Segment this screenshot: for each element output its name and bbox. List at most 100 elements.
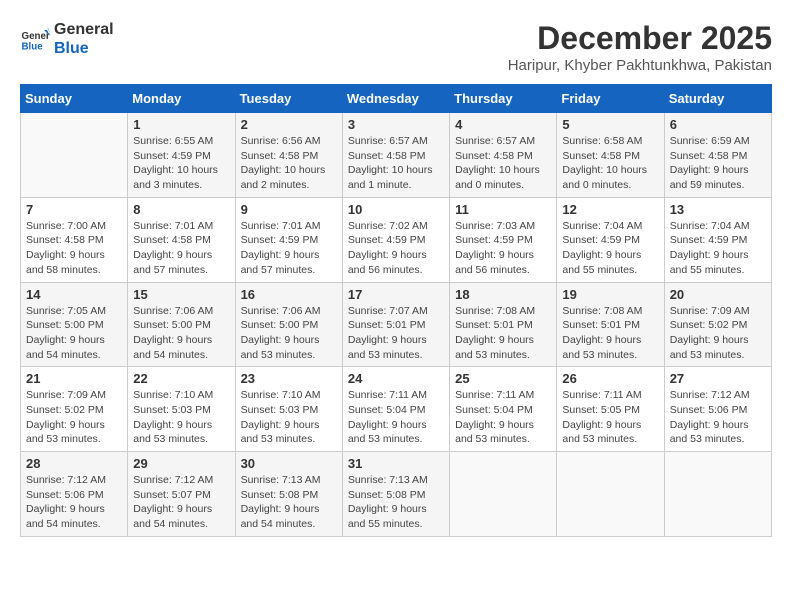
calendar-cell: 7 Sunrise: 7:00 AMSunset: 4:58 PMDaylight… [21,197,128,282]
day-detail: Sunrise: 7:01 AMSunset: 4:59 PMDaylight:… [241,219,337,278]
day-detail: Sunrise: 7:11 AMSunset: 5:05 PMDaylight:… [562,388,658,447]
day-header-friday: Friday [557,85,664,113]
calendar-cell: 17 Sunrise: 7:07 AMSunset: 5:01 PMDayligh… [342,282,449,367]
calendar-cell: 1 Sunrise: 6:55 AMSunset: 4:59 PMDaylight… [128,113,235,198]
calendar-cell: 5Sunrise: 6:58 AMSunset: 4:58 PMDaylight… [557,113,664,198]
day-number: 22 [133,371,229,386]
day-detail: Sunrise: 7:09 AMSunset: 5:02 PMDaylight:… [26,388,122,447]
day-detail: Sunrise: 7:07 AMSunset: 5:01 PMDaylight:… [348,304,444,363]
logo-line2: Blue [54,39,114,58]
day-detail: Sunrise: 6:56 AMSunset: 4:58 PMDaylight:… [241,134,337,193]
calendar-cell: 16 Sunrise: 7:06 AMSunset: 5:00 PMDayligh… [235,282,342,367]
calendar-cell [557,452,664,537]
day-number: 4 [455,117,551,132]
day-detail: Sunrise: 6:58 AMSunset: 4:58 PMDaylight:… [562,134,658,193]
calendar-cell: 27 Sunrise: 7:12 AMSunset: 5:06 PMDayligh… [664,367,771,452]
logo-icon: General Blue [20,24,50,54]
calendar-cell: 14Sunrise: 7:05 AMSunset: 5:00 PMDayligh… [21,282,128,367]
calendar-cell [664,452,771,537]
day-number: 31 [348,456,444,471]
day-number: 15 [133,287,229,302]
day-number: 6 [670,117,766,132]
calendar-cell: 19 Sunrise: 7:08 AMSunset: 5:01 PMDayligh… [557,282,664,367]
calendar-week-3: 14Sunrise: 7:05 AMSunset: 5:00 PMDayligh… [21,282,772,367]
calendar-week-5: 28Sunrise: 7:12 AMSunset: 5:06 PMDayligh… [21,452,772,537]
calendar-cell: 2 Sunrise: 6:56 AMSunset: 4:58 PMDaylight… [235,113,342,198]
day-detail: Sunrise: 7:13 AMSunset: 5:08 PMDaylight:… [241,473,337,532]
day-detail: Sunrise: 7:04 AMSunset: 4:59 PMDaylight:… [562,219,658,278]
day-number: 28 [26,456,122,471]
day-number: 2 [241,117,337,132]
day-detail: Sunrise: 7:03 AMSunset: 4:59 PMDaylight:… [455,219,551,278]
calendar-cell: 15Sunrise: 7:06 AMSunset: 5:00 PMDayligh… [128,282,235,367]
day-header-thursday: Thursday [450,85,557,113]
day-number: 24 [348,371,444,386]
calendar-cell [450,452,557,537]
calendar-header-row: SundayMondayTuesdayWednesdayThursdayFrid… [21,85,772,113]
calendar-week-1: 1 Sunrise: 6:55 AMSunset: 4:59 PMDaylight… [21,113,772,198]
location-title: Haripur, Khyber Pakhtunkhwa, Pakistan [508,57,772,74]
day-number: 27 [670,371,766,386]
calendar-cell: 20Sunrise: 7:09 AMSunset: 5:02 PMDayligh… [664,282,771,367]
day-detail: Sunrise: 7:05 AMSunset: 5:00 PMDaylight:… [26,304,122,363]
day-detail: Sunrise: 6:57 AMSunset: 4:58 PMDaylight:… [348,134,444,193]
day-detail: Sunrise: 6:57 AMSunset: 4:58 PMDaylight:… [455,134,551,193]
day-detail: Sunrise: 7:04 AMSunset: 4:59 PMDaylight:… [670,219,766,278]
logo: General Blue General Blue [20,20,114,58]
day-detail: Sunrise: 6:55 AMSunset: 4:59 PMDaylight:… [133,134,229,193]
day-detail: Sunrise: 7:08 AMSunset: 5:01 PMDaylight:… [455,304,551,363]
calendar-cell: 23Sunrise: 7:10 AMSunset: 5:03 PMDayligh… [235,367,342,452]
day-header-tuesday: Tuesday [235,85,342,113]
day-detail: Sunrise: 7:11 AMSunset: 5:04 PMDaylight:… [455,388,551,447]
calendar-cell: 8Sunrise: 7:01 AMSunset: 4:58 PMDaylight… [128,197,235,282]
calendar-cell: 11Sunrise: 7:03 AMSunset: 4:59 PMDayligh… [450,197,557,282]
day-header-saturday: Saturday [664,85,771,113]
day-header-monday: Monday [128,85,235,113]
day-number: 19 [562,287,658,302]
day-number: 1 [133,117,229,132]
month-title: December 2025 [508,20,772,57]
day-number: 12 [562,202,658,217]
calendar-cell: 12 Sunrise: 7:04 AMSunset: 4:59 PMDayligh… [557,197,664,282]
day-detail: Sunrise: 7:10 AMSunset: 5:03 PMDaylight:… [133,388,229,447]
calendar-cell: 25 Sunrise: 7:11 AMSunset: 5:04 PMDayligh… [450,367,557,452]
calendar-cell: 29Sunrise: 7:12 AMSunset: 5:07 PMDayligh… [128,452,235,537]
day-number: 16 [241,287,337,302]
day-header-wednesday: Wednesday [342,85,449,113]
calendar-body: 1 Sunrise: 6:55 AMSunset: 4:59 PMDaylight… [21,113,772,537]
day-header-sunday: Sunday [21,85,128,113]
day-detail: Sunrise: 7:08 AMSunset: 5:01 PMDaylight:… [562,304,658,363]
calendar-cell: 22 Sunrise: 7:10 AMSunset: 5:03 PMDayligh… [128,367,235,452]
day-detail: Sunrise: 7:00 AMSunset: 4:58 PMDaylight:… [26,219,122,278]
day-number: 17 [348,287,444,302]
calendar-cell: 10Sunrise: 7:02 AMSunset: 4:59 PMDayligh… [342,197,449,282]
calendar-cell: 31 Sunrise: 7:13 AMSunset: 5:08 PMDayligh… [342,452,449,537]
calendar-cell: 3Sunrise: 6:57 AMSunset: 4:58 PMDaylight… [342,113,449,198]
day-detail: Sunrise: 7:13 AMSunset: 5:08 PMDaylight:… [348,473,444,532]
logo-line1: General [54,20,114,39]
svg-text:Blue: Blue [22,42,44,53]
calendar-cell: 28Sunrise: 7:12 AMSunset: 5:06 PMDayligh… [21,452,128,537]
calendar-week-2: 7 Sunrise: 7:00 AMSunset: 4:58 PMDaylight… [21,197,772,282]
calendar-table: SundayMondayTuesdayWednesdayThursdayFrid… [20,84,772,537]
day-detail: Sunrise: 6:59 AMSunset: 4:58 PMDaylight:… [670,134,766,193]
day-number: 20 [670,287,766,302]
day-number: 7 [26,202,122,217]
day-number: 9 [241,202,337,217]
svg-text:General: General [22,31,51,42]
calendar-cell: 4 Sunrise: 6:57 AMSunset: 4:58 PMDaylight… [450,113,557,198]
day-number: 23 [241,371,337,386]
title-area: December 2025 Haripur, Khyber Pakhtunkhw… [508,20,772,74]
calendar-cell: 30Sunrise: 7:13 AMSunset: 5:08 PMDayligh… [235,452,342,537]
day-detail: Sunrise: 7:06 AMSunset: 5:00 PMDaylight:… [241,304,337,363]
calendar-cell: 18Sunrise: 7:08 AMSunset: 5:01 PMDayligh… [450,282,557,367]
page-header: General Blue General Blue December 2025 … [20,20,772,74]
day-number: 13 [670,202,766,217]
day-detail: Sunrise: 7:02 AMSunset: 4:59 PMDaylight:… [348,219,444,278]
day-number: 25 [455,371,551,386]
calendar-cell [21,113,128,198]
day-number: 8 [133,202,229,217]
calendar-cell: 9 Sunrise: 7:01 AMSunset: 4:59 PMDaylight… [235,197,342,282]
day-number: 21 [26,371,122,386]
day-detail: Sunrise: 7:12 AMSunset: 5:06 PMDaylight:… [670,388,766,447]
